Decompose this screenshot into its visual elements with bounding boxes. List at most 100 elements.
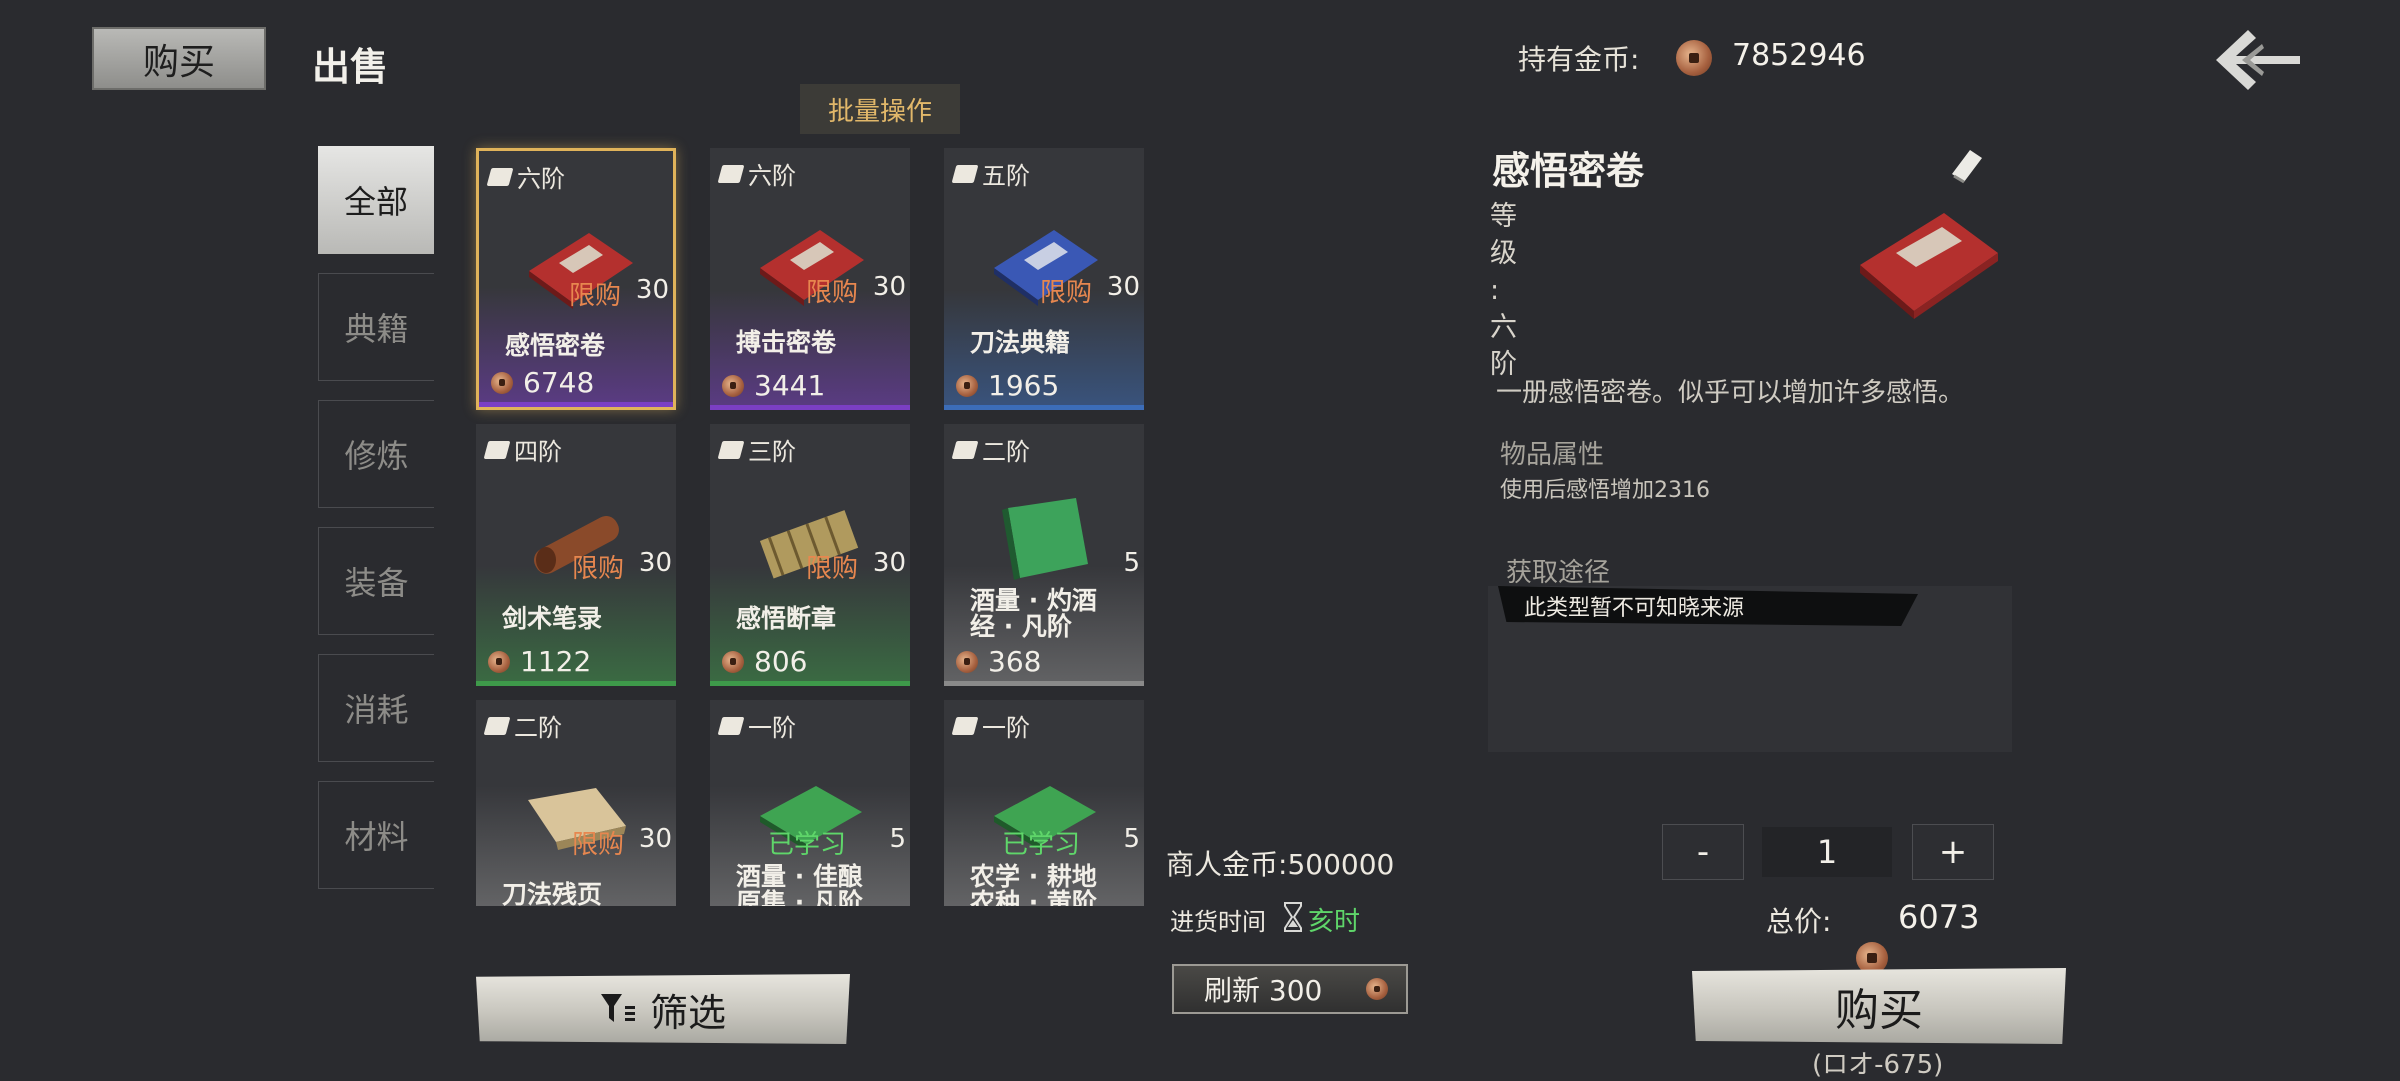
- item-tier: 四阶: [483, 432, 562, 467]
- item-card[interactable]: 六阶限购 30 感悟密卷 6748: [476, 148, 676, 410]
- item-quantity: 30: [1106, 272, 1140, 302]
- rarity-bar: [944, 681, 1144, 686]
- filter-button[interactable]: 筛选: [476, 974, 850, 1044]
- refresh-button[interactable]: 刷新 300: [1172, 964, 1408, 1014]
- item-tier: 二阶: [951, 432, 1030, 467]
- item-name: 农学 · 耕地 农种 · 黄阶: [970, 862, 1097, 907]
- rarity-bar: [944, 405, 1144, 410]
- item-card[interactable]: 六阶 限购 30 搏击密卷 3441: [710, 148, 910, 410]
- tab-buy[interactable]: 购买: [92, 27, 266, 90]
- category-books[interactable]: 典籍: [318, 273, 434, 381]
- item-tier: 一阶: [717, 708, 796, 743]
- book-icon: [486, 167, 514, 186]
- decrease-quantity-button[interactable]: -: [1662, 824, 1744, 880]
- detail-title: 感悟密卷: [1492, 149, 1645, 193]
- item-name: 酒量 · 灼酒经 · 凡阶: [970, 586, 1097, 641]
- coin-icon: [1366, 978, 1388, 1000]
- category-training[interactable]: 修炼: [318, 400, 434, 508]
- detail-level: 等 级 : 六 阶: [1490, 201, 1517, 380]
- item-card[interactable]: 四阶 限购 30 剑术笔录 1122: [476, 424, 676, 686]
- item-price: 3441: [722, 369, 825, 402]
- book-icon: [483, 716, 511, 735]
- coin-icon: [1676, 40, 1712, 76]
- source-heading: 获取途径: [1506, 558, 1611, 588]
- purchase-limit-tag: 限购: [805, 278, 858, 308]
- red-book-image: [1860, 213, 1998, 319]
- total-price-label: 总价:: [1766, 905, 1832, 938]
- item-name: 搏击密卷: [736, 328, 837, 357]
- detail-description: 一册感悟密卷。似乎可以增加许多感悟。: [1496, 378, 1965, 408]
- restock-time: 亥时: [1308, 907, 1361, 937]
- coin-icon: [722, 374, 744, 397]
- item-quantity: 30: [635, 275, 669, 305]
- buy-button[interactable]: 购买: [1692, 968, 2066, 1044]
- item-price: 1122: [488, 645, 591, 678]
- source-text: 此类型暂不可知晓来源: [1524, 596, 1745, 621]
- total-price-value: 6073: [1898, 898, 1980, 936]
- item-name: 酒量 · 佳酿 原集 · 凡阶: [736, 862, 863, 907]
- book-icon: [1952, 150, 1982, 184]
- item-quantity: 30: [638, 548, 672, 578]
- category-consumables[interactable]: 消耗: [318, 654, 434, 762]
- book-icon: [717, 716, 745, 735]
- item-card[interactable]: 一阶 已学习 5 酒量 · 佳酿 原集 · 凡阶: [710, 700, 910, 906]
- item-card[interactable]: 五阶 限购 30 刀法典籍 1965: [944, 148, 1144, 410]
- item-card[interactable]: 一阶已学习 5 农学 · 耕地 农种 · 黄阶: [944, 700, 1144, 906]
- coin-icon: [956, 650, 978, 673]
- batch-operation-button[interactable]: 批量操作: [800, 84, 960, 134]
- category-all[interactable]: 全部: [318, 146, 434, 254]
- item-quantity: 5: [1123, 548, 1140, 578]
- increase-quantity-button[interactable]: +: [1912, 824, 1994, 880]
- coin-icon: [956, 374, 978, 397]
- item-card[interactable]: 二阶 5 酒量 · 灼酒经 · 凡阶 368: [944, 424, 1144, 686]
- purchase-limit-tag: 限购: [571, 830, 624, 860]
- item-tier: 三阶: [717, 432, 796, 467]
- item-quantity: 5: [1123, 824, 1140, 854]
- category-materials[interactable]: 材料: [318, 781, 434, 889]
- held-gold-value: 7852946: [1732, 38, 1866, 73]
- book-icon: [951, 716, 979, 735]
- item-price: 368: [956, 645, 1041, 678]
- coin-icon: [491, 371, 513, 394]
- hourglass-icon: [1284, 902, 1302, 932]
- refresh-label: 刷新 300: [1204, 974, 1323, 1007]
- item-price: 806: [722, 645, 807, 678]
- back-arrow-icon: [2216, 30, 2300, 90]
- rarity-bar: [710, 405, 910, 410]
- item-price: 1965: [956, 369, 1059, 402]
- attributes-heading: 物品属性: [1500, 440, 1605, 470]
- purchase-limit-tag: 限购: [805, 554, 858, 584]
- coin-icon: [722, 650, 744, 673]
- purchase-limit-tag: 限购: [571, 554, 624, 584]
- book-icon: [717, 164, 745, 183]
- learned-tag: 已学习: [1001, 830, 1080, 860]
- item-tier: 二阶: [483, 708, 562, 743]
- item-tier: 六阶: [717, 156, 796, 191]
- item-quantity: 30: [872, 548, 906, 578]
- item-name: 感悟密卷: [505, 331, 606, 360]
- purchase-limit-tag: 限购: [1039, 278, 1092, 308]
- coin-icon: [488, 650, 510, 673]
- item-card[interactable]: 二阶 限购 30 刀法残页: [476, 700, 676, 906]
- item-tier: 一阶: [951, 708, 1030, 743]
- book-icon: [717, 440, 745, 459]
- item-tier: 六阶: [486, 159, 565, 194]
- learned-tag: 已学习: [767, 830, 846, 860]
- filter-label: 筛选: [649, 990, 726, 1035]
- tab-sell[interactable]: 出售: [312, 36, 388, 91]
- quantity-field[interactable]: 1: [1762, 827, 1892, 877]
- back-button[interactable]: [2212, 22, 2304, 98]
- rarity-bar: [476, 681, 676, 686]
- item-price: 6748: [491, 366, 594, 399]
- held-gold-label: 持有金币:: [1518, 43, 1640, 76]
- item-card[interactable]: 三阶 限购 30 感悟断章 806: [710, 424, 910, 686]
- rarity-bar: [479, 402, 673, 407]
- purchase-limit-tag: 限购: [568, 281, 621, 311]
- filter-icon: [600, 994, 635, 1022]
- book-icon: [951, 440, 979, 459]
- coin-icon: [1856, 942, 1888, 974]
- merchant-gold: 商人金币:500000: [1166, 848, 1395, 881]
- category-equipment[interactable]: 装备: [318, 527, 434, 635]
- item-name: 刀法残页: [502, 880, 603, 907]
- item-name: 刀法典籍: [970, 328, 1071, 357]
